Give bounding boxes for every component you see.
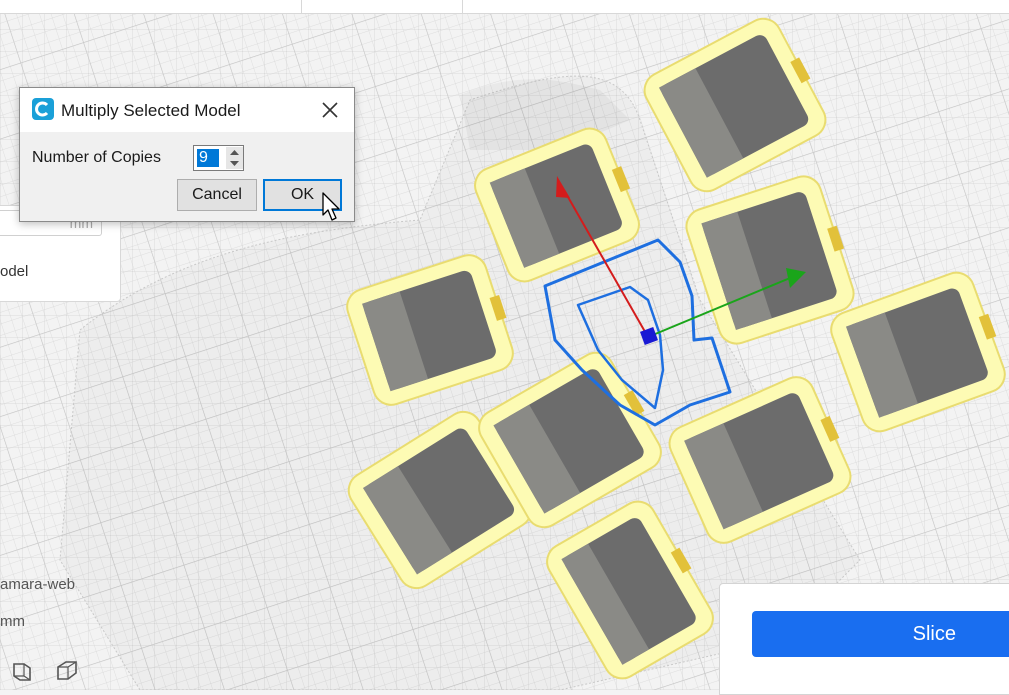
copies-spinbox[interactable] — [193, 145, 244, 171]
spin-down-icon[interactable] — [226, 158, 243, 169]
spin-up-icon[interactable] — [226, 147, 243, 158]
view-side-icon[interactable] — [10, 658, 34, 682]
close-icon[interactable] — [316, 96, 344, 124]
copies-label: Number of Copies — [32, 149, 161, 166]
ok-button[interactable]: OK — [263, 179, 342, 211]
copies-input[interactable] — [197, 149, 219, 167]
toolbar-separator — [301, 0, 302, 13]
slice-panel: Slice — [719, 583, 1009, 695]
dialog-title: Multiply Selected Model — [61, 101, 241, 120]
dialog-titlebar[interactable]: Multiply Selected Model — [20, 88, 354, 132]
model-label: odel — [0, 263, 29, 280]
view-3d-icon[interactable] — [55, 658, 79, 682]
toolbar-separator — [462, 0, 463, 13]
cancel-button[interactable]: Cancel — [177, 179, 257, 211]
object-name: amara-web — [0, 576, 76, 593]
multiply-dialog: Multiply Selected Model Number of Copies… — [19, 87, 355, 222]
top-toolbar — [0, 0, 1009, 14]
object-dimensions: mm — [0, 613, 25, 630]
slice-button[interactable]: Slice — [752, 611, 1009, 657]
cura-app-icon — [32, 98, 54, 120]
